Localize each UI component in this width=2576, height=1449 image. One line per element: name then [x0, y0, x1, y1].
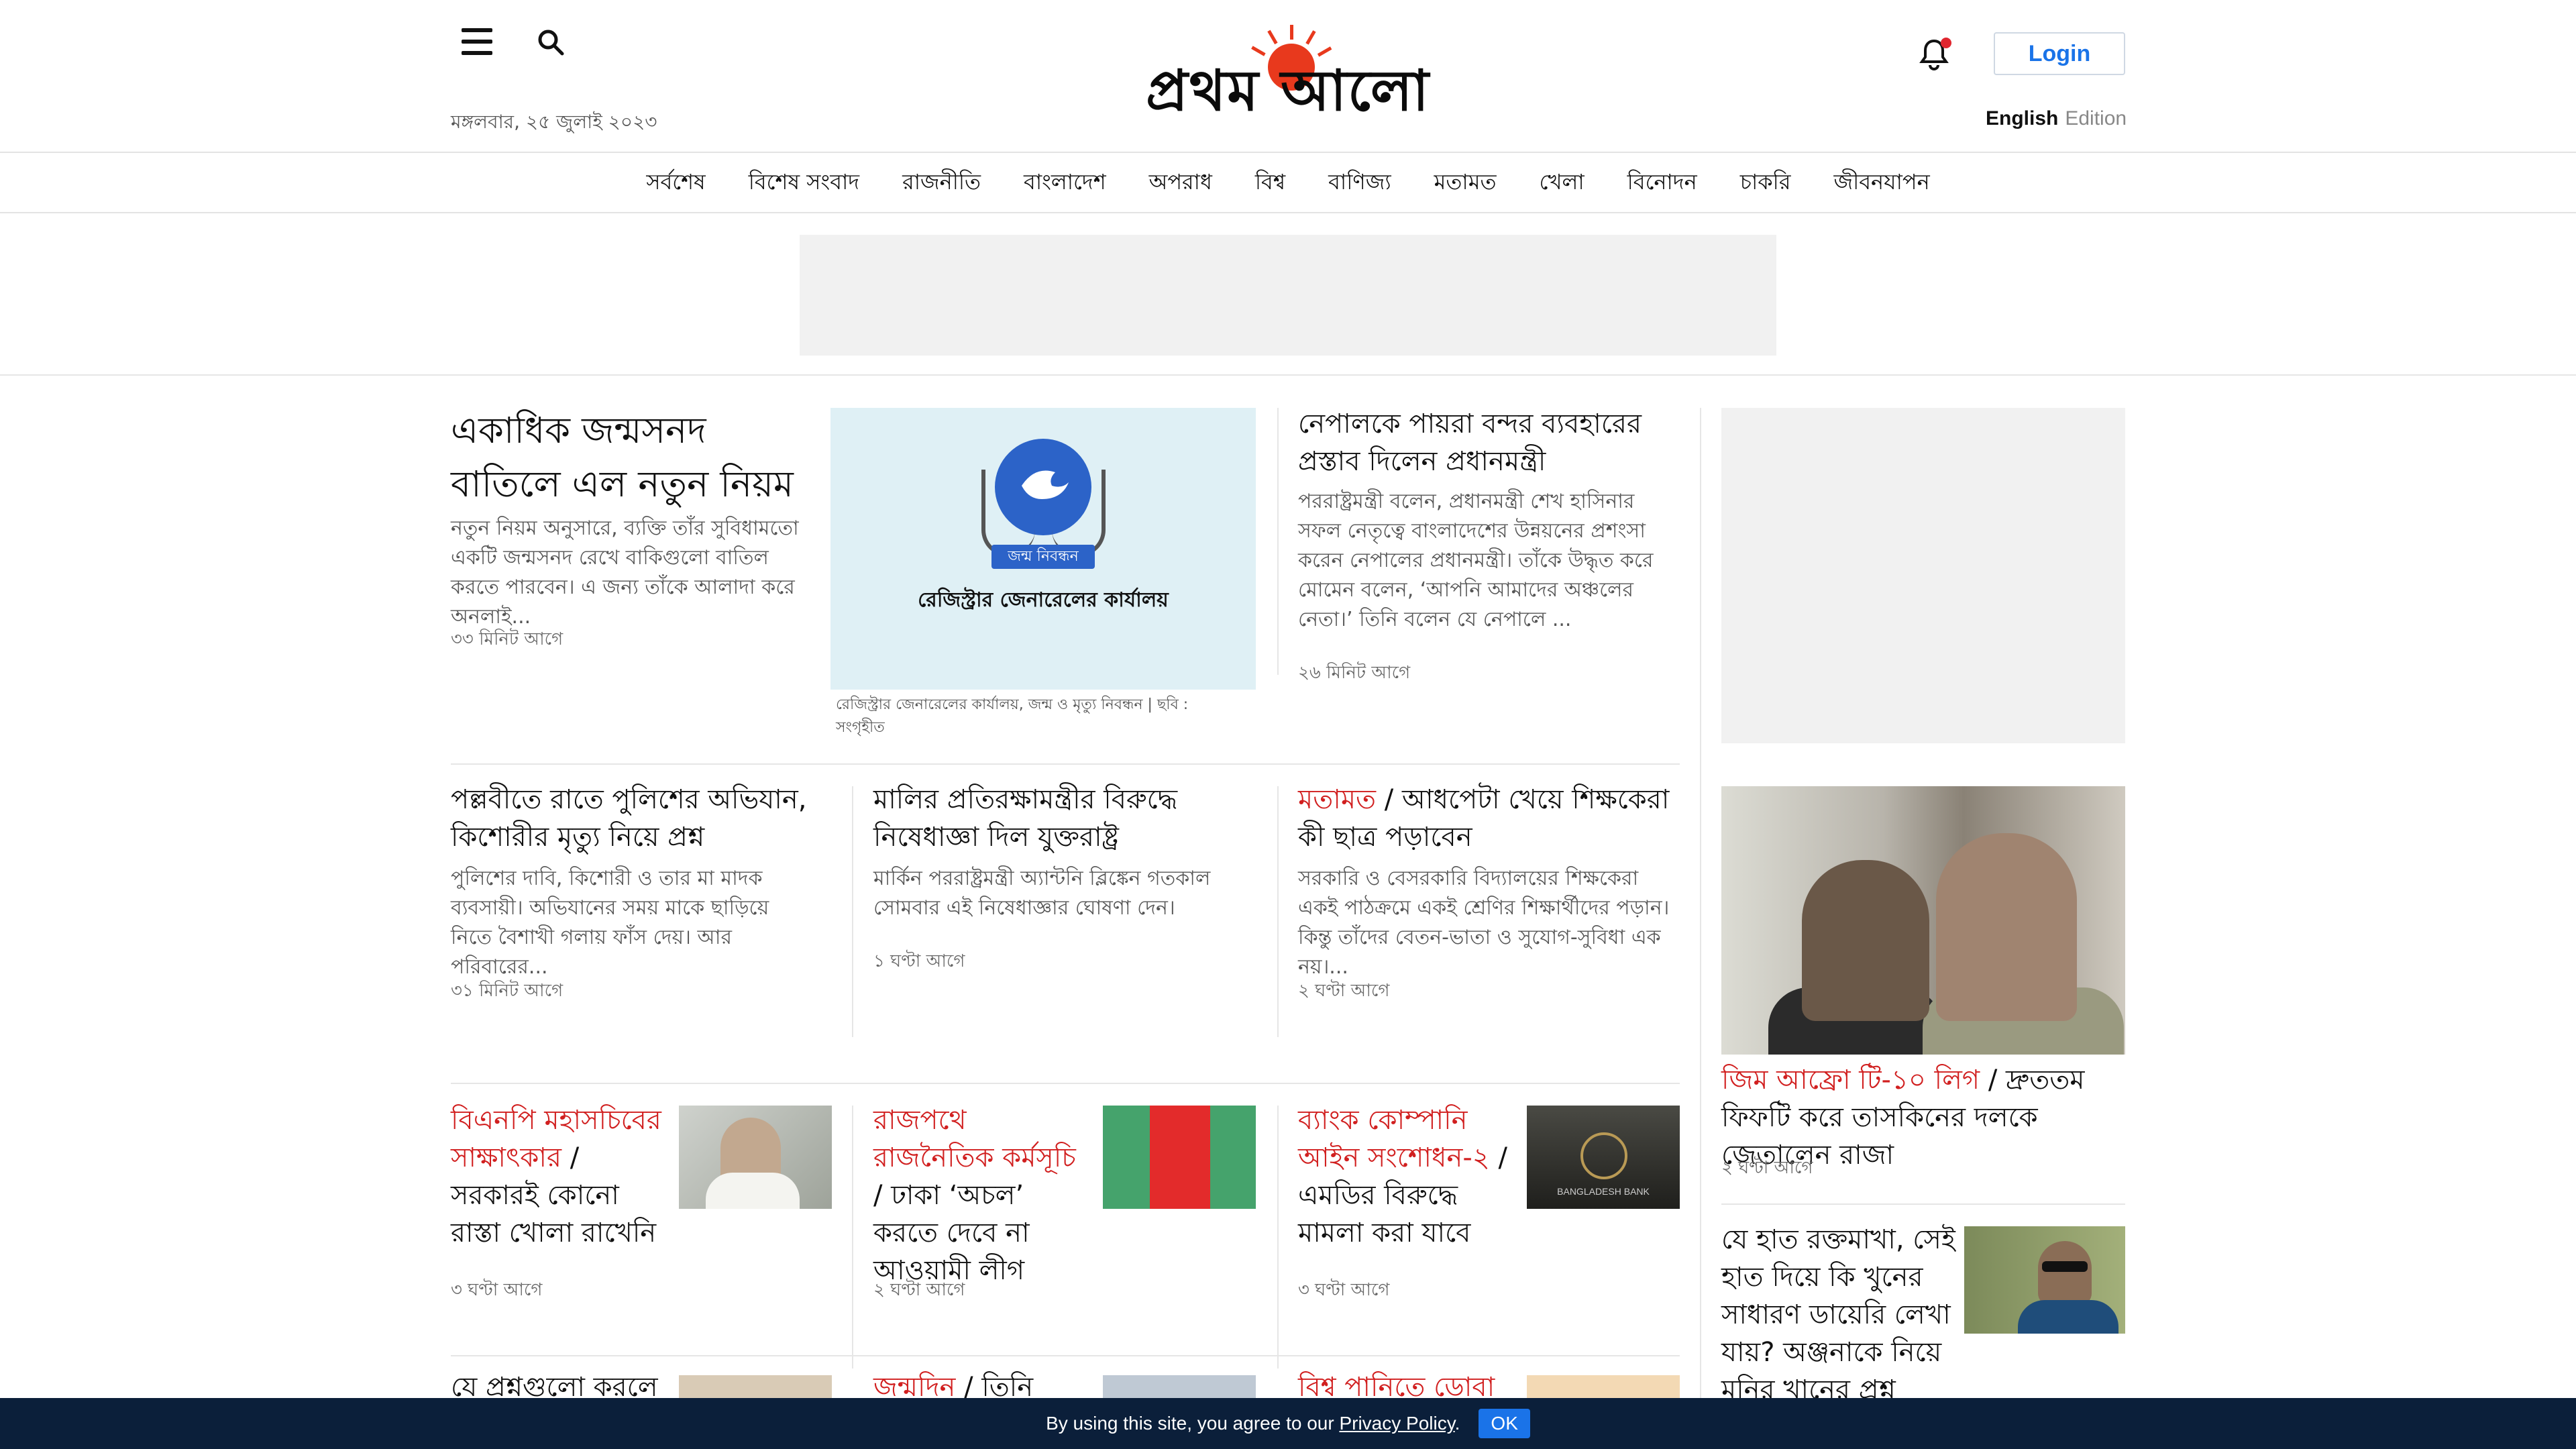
logo-text: প্রথম আলো — [1146, 57, 1430, 123]
login-button[interactable]: Login — [1994, 32, 2125, 75]
row3-story1-title[interactable]: বিএনপি মহাসচিবের সাক্ষাৎকার / সরকারই কোন… — [451, 1102, 665, 1252]
right-ad-slot[interactable] — [1721, 408, 2125, 743]
cookie-consent-bar: By using this site, you agree to our Pri… — [0, 1398, 2576, 1449]
divider — [852, 1106, 853, 1368]
edition-english-link[interactable]: English — [1986, 107, 2058, 129]
nav-item-bangladesh[interactable]: বাংলাদেশ — [1002, 165, 1128, 201]
row-divider — [451, 1083, 1680, 1084]
row3-story3-title[interactable]: ব্যাংক কোম্পানি আইন সংশোধন-২ / এমডির বির… — [1298, 1102, 1519, 1252]
right-story2-thumbnail[interactable] — [1964, 1226, 2125, 1334]
notification-bell-icon[interactable] — [1915, 35, 1953, 72]
side-story-title[interactable]: নেপালকে পায়রা বন্দর ব্যবহারের প্রস্তাব … — [1298, 405, 1674, 480]
side-story-time: ২৬ মিনিট আগে — [1298, 663, 1411, 683]
row3-story1-thumbnail[interactable] — [679, 1106, 832, 1209]
site-header: প্রথম আলো Login মঙ্গলবার, ২৫ জুলাই ২০২৩ … — [0, 0, 2576, 153]
nav-item-sports[interactable]: খেলা — [1517, 165, 1605, 201]
nav-item-latest[interactable]: সর্বশেষ — [625, 165, 727, 201]
row2-story3-time: ২ ঘণ্টা আগে — [1298, 981, 1390, 1001]
nav-item-business[interactable]: বাণিজ্য — [1307, 165, 1413, 201]
row3-story3-thumbnail[interactable]: BANGLADESH BANK — [1527, 1106, 1680, 1209]
lead-image-caption: রেজিস্ট্রার জেনারেলের কার্যালয়, জন্ম ও … — [836, 696, 1189, 736]
divider — [1277, 1106, 1279, 1368]
nav-item-world[interactable]: বিশ্ব — [1234, 165, 1307, 201]
top-ad-slot[interactable] — [800, 235, 1776, 356]
edition-label: Edition — [2065, 107, 2127, 129]
row3-story2-title[interactable]: রাজপথে রাজনৈতিক কর্মসূচি / ঢাকা ‘অচল’ কর… — [873, 1102, 1088, 1289]
image-org-name: রেজিস্ট্রার জেনারেলের কার্যালয় — [918, 588, 1169, 612]
left-hand-icon — [981, 470, 1035, 557]
row2-story3-title[interactable]: মতামত / আধপেটা খেয়ে শিক্ষকেরা কী ছাত্র … — [1298, 781, 1674, 856]
thumbnail-label: BANGLADESH BANK — [1557, 1186, 1650, 1197]
right-photo-story-image[interactable] — [1721, 786, 2125, 1055]
row3-story1-kicker[interactable]: বিএনপি মহাসচিবের সাক্ষাৎকার — [451, 1105, 661, 1173]
row3-story3-kicker[interactable]: ব্যাংক কোম্পানি আইন সংশোধন-২ — [1298, 1105, 1490, 1173]
row2-story2-summary: মার্কিন পররাষ্ট্রমন্ত্রী অ্যান্টনি ব্লিঙ… — [873, 867, 1211, 920]
search-icon[interactable] — [534, 25, 568, 59]
lead-story-time: ৩৩ মিনিট আগে — [451, 629, 564, 649]
nav-item-entertainment[interactable]: বিনোদন — [1606, 165, 1719, 201]
right-story2-title[interactable]: যে হাত রক্তমাখা, সেই হাত দিয়ে কি খুনের … — [1721, 1221, 1970, 1409]
lead-story-summary: নতুন নিয়ম অনুসারে, ব্যক্তি তাঁর সুবিধাম… — [451, 517, 799, 629]
row-divider — [1721, 1203, 2125, 1205]
row2-story1-summary: পুলিশের দাবি, কিশোরী ও তার মা মাদক ব্যবস… — [451, 867, 769, 979]
row3-story2-time: ২ ঘণ্টা আগে — [873, 1280, 965, 1300]
image-ribbon: জন্ম নিবন্ধন — [991, 545, 1095, 569]
menu-icon[interactable] — [460, 27, 494, 56]
site-logo[interactable]: প্রথম আলো — [1110, 23, 1466, 123]
row2-story1-time: ৩১ মিনিট আগে — [451, 981, 564, 1001]
row2-story2-title[interactable]: মালির প্রতিরক্ষামন্ত্রীর বিরুদ্ধে নিষেধা… — [873, 781, 1258, 856]
right-hand-icon — [1052, 470, 1106, 557]
main-content: একাধিক জন্মসনদ বাতিলে এল নতুন নিয়ম নতুন… — [0, 376, 2576, 1449]
main-nav: সর্বশেষ বিশেষ সংবাদ রাজনীতি বাংলাদেশ অপর… — [0, 154, 2576, 213]
nav-item-crime[interactable]: অপরাধ — [1128, 165, 1234, 201]
row2-story2-time: ১ ঘণ্টা আগে — [873, 951, 965, 971]
row3-story2-kicker[interactable]: রাজপথে রাজনৈতিক কর্মসূচি — [873, 1105, 1076, 1173]
side-story-summary: পররাষ্ট্রমন্ত্রী বলেন, প্রধানমন্ত্রী শেখ… — [1298, 490, 1654, 631]
row3-story2-headline[interactable]: ঢাকা ‘অচল’ করতে দেবে না আওয়ামী লীগ — [873, 1180, 1030, 1286]
notification-dot — [1941, 38, 1951, 48]
lead-story-image[interactable]: জন্ম নিবন্ধন রেজিস্ট্রার জেনারেলের কার্য… — [830, 408, 1256, 690]
row-divider — [451, 1355, 1680, 1356]
row2-story1-title[interactable]: পল্লবীতে রাতে পুলিশের অভিযান, কিশোরীর মৃ… — [451, 781, 826, 856]
right-photo-story-time: ২ ঘণ্টা আগে — [1721, 1158, 1813, 1178]
divider — [852, 786, 853, 1037]
right-photo-story-kicker[interactable]: জিম আফ্রো টি-১০ লিগ — [1721, 1065, 1980, 1095]
row3-story1-time: ৩ ঘণ্টা আগে — [451, 1280, 543, 1300]
divider — [1277, 786, 1279, 1037]
consent-ok-button[interactable]: OK — [1479, 1409, 1530, 1438]
privacy-policy-link[interactable]: Privacy Policy — [1339, 1413, 1454, 1434]
row2-story3-summary: সরকারি ও বেসরকারি বিদ্যালয়ের শিক্ষকেরা … — [1298, 867, 1670, 979]
nav-item-lifestyle[interactable]: জীবনযাপন — [1812, 165, 1951, 201]
row3-story1-headline[interactable]: সরকারই কোনো রাস্তা খোলা রাখেনি — [451, 1180, 656, 1248]
row3-story2-thumbnail[interactable] — [1103, 1106, 1256, 1209]
lead-story-title[interactable]: একাধিক জন্মসনদ বাতিলে এল নতুন নিয়ম — [451, 404, 826, 511]
row3-story3-headline[interactable]: এমডির বিরুদ্ধে মামলা করা যাবে — [1298, 1180, 1470, 1248]
nav-item-special[interactable]: বিশেষ সংবাদ — [727, 165, 881, 201]
nav-item-jobs[interactable]: চাকরি — [1719, 165, 1813, 201]
row-divider — [451, 763, 1680, 765]
column-divider — [1700, 408, 1701, 1449]
current-date: মঙ্গলবার, ২৫ জুলাই ২০২৩ — [451, 111, 657, 133]
consent-text: By using this site, you agree to our Pri… — [1046, 1413, 1460, 1434]
nav-item-opinion[interactable]: মতামত — [1413, 165, 1518, 201]
nav-item-politics[interactable]: রাজনীতি — [881, 165, 1002, 201]
row3-story3-time: ৩ ঘণ্টা আগে — [1298, 1280, 1390, 1300]
edition-switch[interactable]: English Edition — [1986, 107, 2127, 130]
row2-story3-kicker[interactable]: মতামত — [1298, 784, 1376, 815]
divider — [1277, 408, 1279, 675]
